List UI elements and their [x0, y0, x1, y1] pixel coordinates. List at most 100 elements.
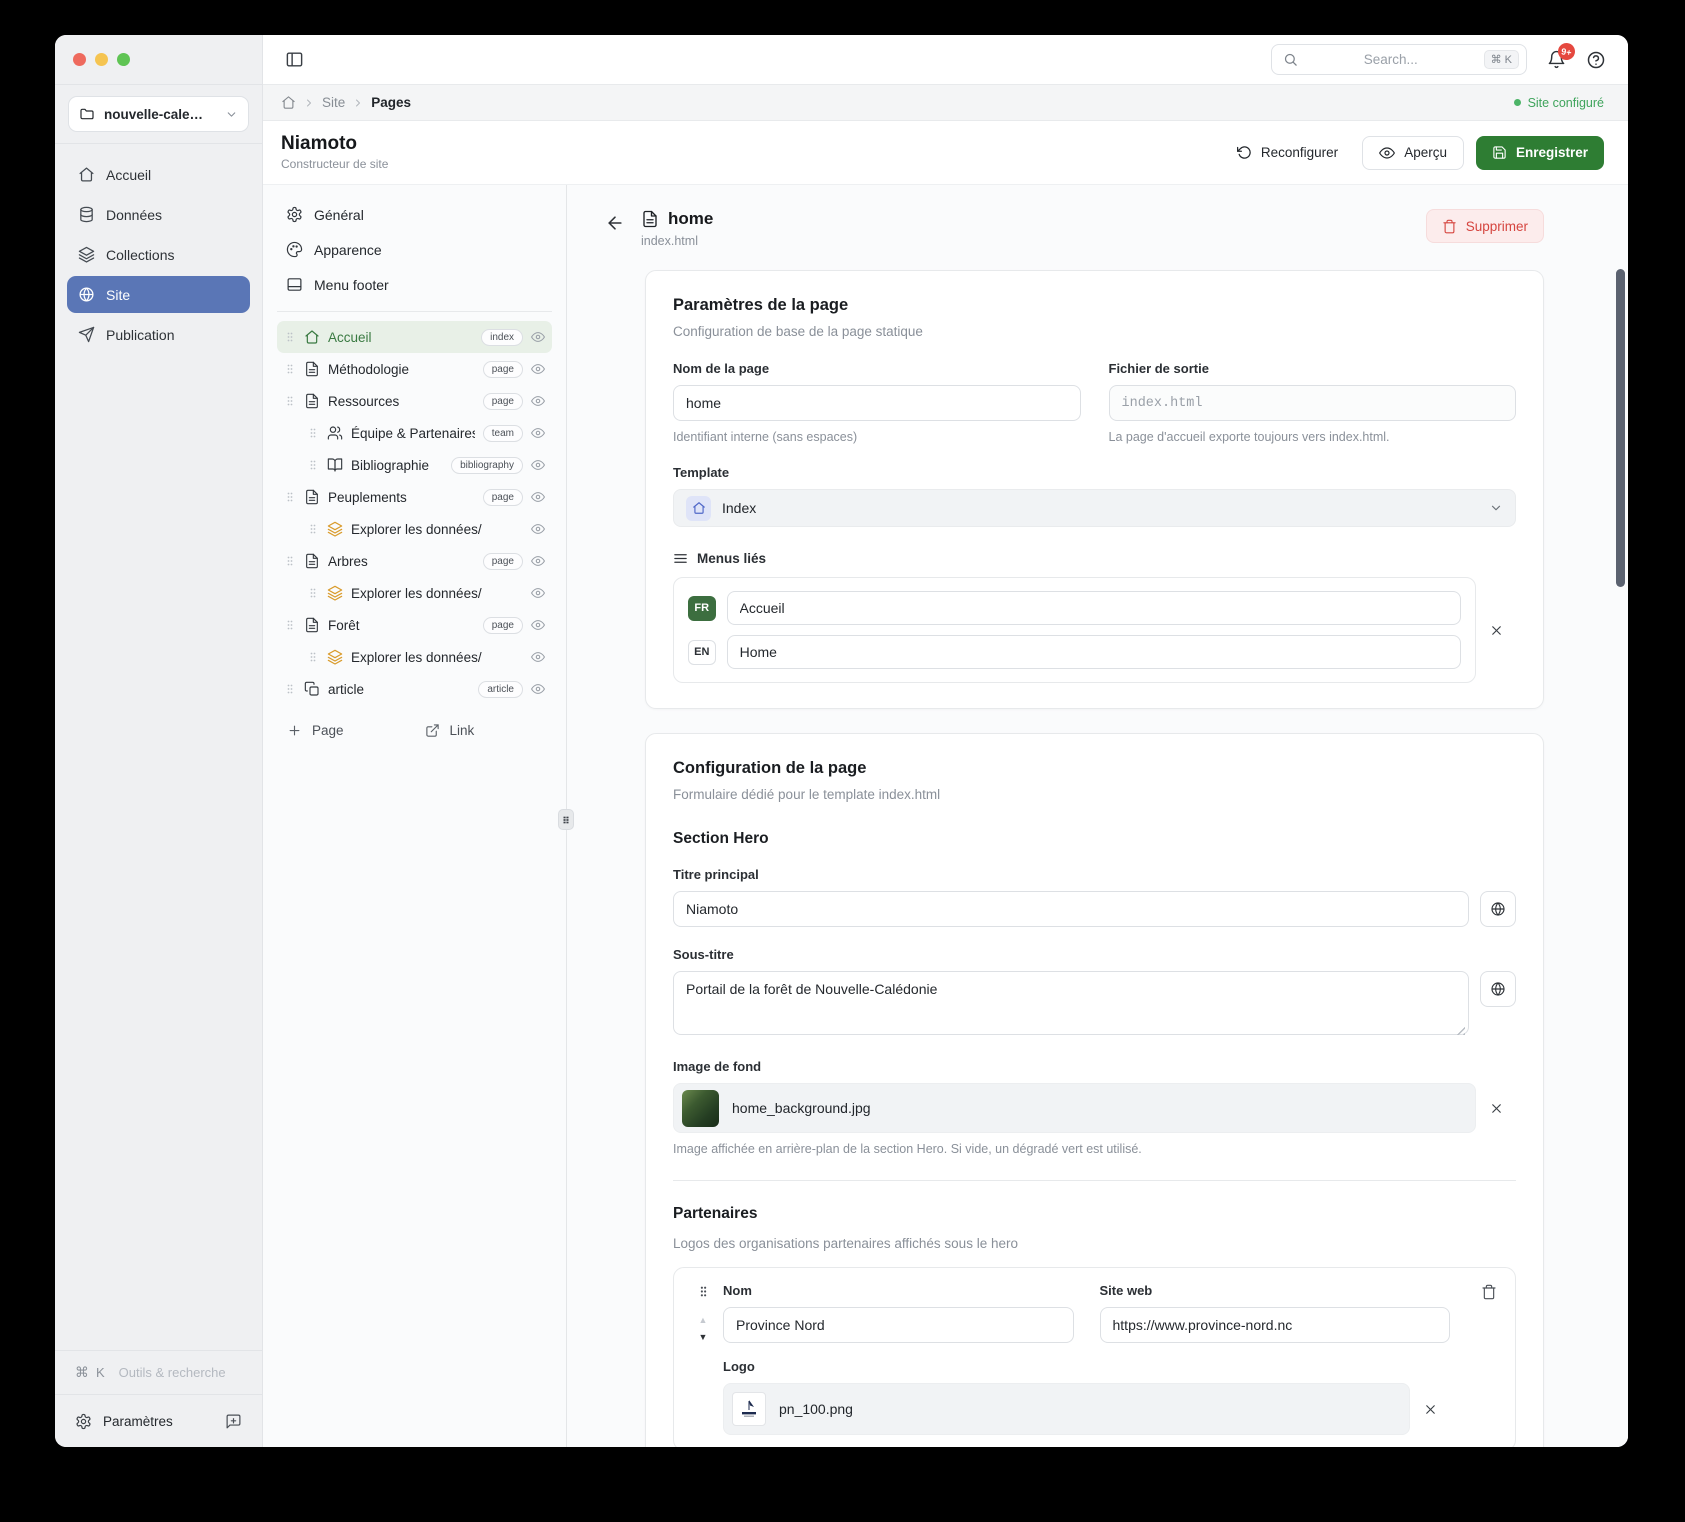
eye-icon[interactable]: [531, 554, 545, 568]
move-up-button[interactable]: ▲: [697, 1312, 710, 1329]
remove-menu-button[interactable]: [1476, 614, 1516, 646]
breadcrumb-site[interactable]: Site: [322, 95, 345, 110]
drag-handle-icon[interactable]: [307, 651, 319, 663]
linked-menu-card: FR EN: [673, 577, 1476, 683]
workspace-selector[interactable]: nouvelle-cale…: [68, 96, 249, 132]
eye-icon[interactable]: [531, 522, 545, 536]
partner-website-input[interactable]: [1099, 1307, 1450, 1343]
eye-icon[interactable]: [531, 682, 545, 696]
drag-handle-icon[interactable]: [307, 459, 319, 471]
drag-handle-icon[interactable]: [284, 395, 296, 407]
output-file-help: La page d'accueil exporte toujours vers …: [1108, 430, 1390, 444]
eye-icon[interactable]: [531, 618, 545, 632]
drag-handle-icon[interactable]: [307, 587, 319, 599]
zoom-window-button[interactable]: [117, 53, 130, 66]
page-row-article[interactable]: article article: [277, 673, 552, 705]
menu-fr-input[interactable]: [726, 591, 1461, 625]
move-down-button[interactable]: ▼: [697, 1329, 710, 1346]
tools-search-shortcut[interactable]: ⌘ K Outils & recherche: [55, 1351, 262, 1395]
settings-button[interactable]: Paramètres: [103, 1414, 173, 1429]
scrollbar-thumb[interactable]: [1616, 269, 1625, 587]
eye-icon[interactable]: [531, 458, 545, 472]
drag-handle-icon[interactable]: [284, 491, 296, 503]
menu-fr-row: FR: [688, 591, 1461, 625]
page-name-input[interactable]: [673, 385, 1081, 421]
eye-icon[interactable]: [531, 650, 545, 664]
eye-icon[interactable]: [531, 330, 545, 344]
add-link-button[interactable]: Link: [415, 717, 553, 744]
drag-handle-icon[interactable]: [307, 523, 319, 535]
search-input[interactable]: Search... ⌘ K: [1271, 44, 1527, 75]
page-row-explorer-donnees-2[interactable]: Explorer les données/: [300, 577, 552, 609]
eye-icon[interactable]: [531, 490, 545, 504]
home-icon: [304, 329, 320, 345]
sidebar-item-site[interactable]: Site: [67, 276, 250, 313]
sidebar-item-collections[interactable]: Collections: [67, 236, 250, 273]
tree-item-general[interactable]: Général: [277, 197, 552, 232]
eye-icon[interactable]: [531, 362, 545, 376]
page-row-methodologie[interactable]: Méthodologie page: [277, 353, 552, 385]
sidebar-item-donnees[interactable]: Données: [67, 196, 250, 233]
page-row-peuplements[interactable]: Peuplements page: [277, 481, 552, 513]
sidebar-item-label: Collections: [106, 246, 175, 263]
tree-item-menu-footer[interactable]: Menu footer: [277, 267, 552, 302]
page-row-arbres[interactable]: Arbres page: [277, 545, 552, 577]
menu-en-input[interactable]: [726, 635, 1461, 669]
remove-logo-button[interactable]: [1410, 1393, 1450, 1425]
drag-handle-icon[interactable]: [284, 619, 296, 631]
add-page-button[interactable]: Page: [277, 717, 415, 744]
output-file-input[interactable]: [1108, 385, 1516, 421]
drag-handle-icon[interactable]: [284, 683, 296, 695]
eye-icon[interactable]: [531, 586, 545, 600]
drag-handle-icon[interactable]: [284, 331, 296, 343]
template-select[interactable]: Index: [673, 489, 1516, 527]
sidebar-item-accueil[interactable]: Accueil: [67, 156, 250, 193]
main-title-input[interactable]: [673, 891, 1469, 927]
main-title-label: Titre principal: [673, 867, 759, 882]
reconfigure-button[interactable]: Reconfigurer: [1225, 136, 1350, 170]
page-row-explorer-donnees-1[interactable]: Explorer les données/: [300, 513, 552, 545]
sidebar-item-publication[interactable]: Publication: [67, 316, 250, 353]
close-window-button[interactable]: [73, 53, 86, 66]
message-square-plus-icon: [225, 1413, 242, 1430]
feedback-button[interactable]: [225, 1413, 242, 1430]
drag-handle-icon[interactable]: [284, 363, 296, 375]
page-row-equipe-partenaires[interactable]: Équipe & Partenaires team: [300, 417, 552, 449]
background-filebox[interactable]: home_background.jpg: [673, 1083, 1476, 1133]
tree-item-apparence[interactable]: Apparence: [277, 232, 552, 267]
partner-name-input[interactable]: [723, 1307, 1074, 1343]
page-row-ressources[interactable]: Ressources page: [277, 385, 552, 417]
page-row-explorer-donnees-3[interactable]: Explorer les données/: [300, 641, 552, 673]
back-button[interactable]: [605, 213, 625, 233]
translate-title-button[interactable]: [1480, 891, 1516, 927]
eye-icon[interactable]: [531, 426, 545, 440]
template-field-wrap: Template Index: [673, 465, 1516, 527]
search-icon: [1283, 52, 1298, 67]
delete-page-button[interactable]: Supprimer: [1425, 209, 1544, 243]
drag-handle-icon[interactable]: [284, 555, 296, 567]
eye-icon[interactable]: [531, 394, 545, 408]
partner-logo-filebox[interactable]: pn_100.png: [723, 1383, 1410, 1435]
page-row-foret[interactable]: Forêt page: [277, 609, 552, 641]
save-button[interactable]: Enregistrer: [1475, 135, 1604, 170]
minimize-window-button[interactable]: [95, 53, 108, 66]
subtitle-textarea[interactable]: Portail de la forêt de Nouvelle-Calédoni…: [673, 971, 1469, 1035]
page-row-accueil[interactable]: Accueil index: [277, 321, 552, 353]
preview-button[interactable]: Aperçu: [1362, 135, 1464, 170]
x-icon: [1489, 1101, 1504, 1116]
help-button[interactable]: [1586, 50, 1606, 70]
translate-subtitle-button[interactable]: [1480, 971, 1516, 1007]
page-row-bibliographie[interactable]: Bibliographie bibliography: [300, 449, 552, 481]
remove-background-button[interactable]: [1476, 1092, 1516, 1124]
linked-menus-header: Menus liés: [673, 551, 1516, 566]
drag-handle-icon[interactable]: [697, 1285, 710, 1298]
background-filename: home_background.jpg: [732, 1100, 871, 1116]
panel-resize-handle[interactable]: [558, 809, 574, 830]
sidebar-toggle-button[interactable]: [281, 46, 308, 73]
workspace-label: nouvelle-cale…: [104, 106, 204, 122]
drag-handle-icon[interactable]: [307, 427, 319, 439]
card-title: Paramètres de la page: [673, 296, 849, 314]
notifications-button[interactable]: 9+: [1547, 41, 1577, 69]
page-type-badge: team: [482, 424, 523, 442]
delete-partner-button[interactable]: [1481, 1284, 1497, 1300]
